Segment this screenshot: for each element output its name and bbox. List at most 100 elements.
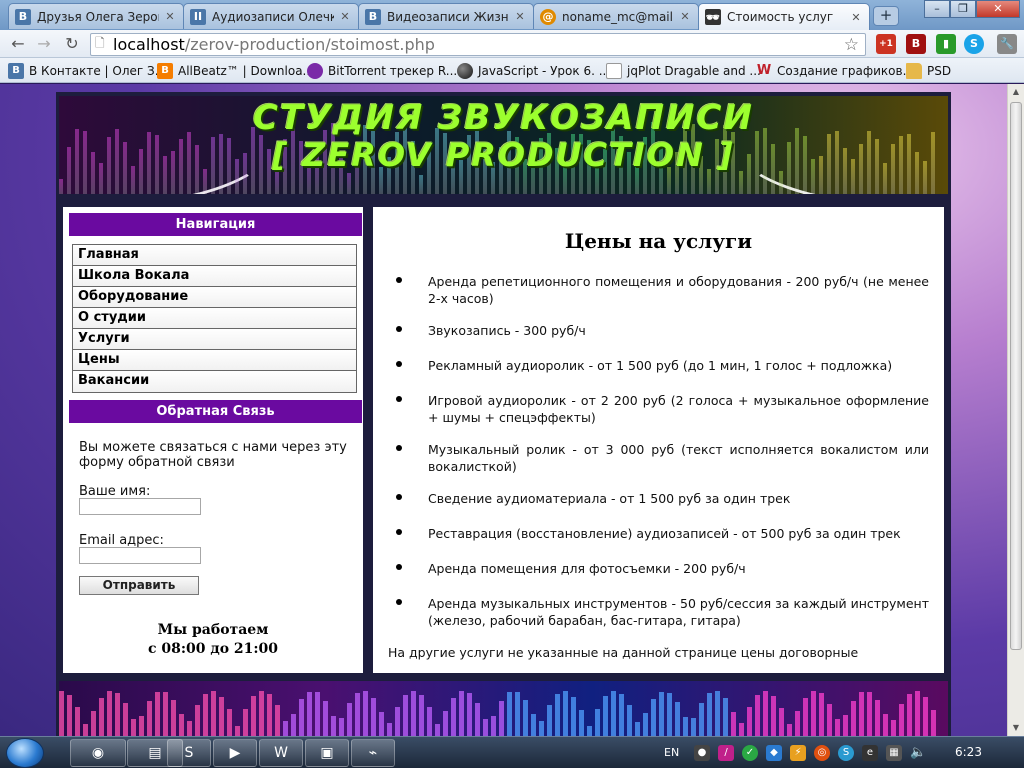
skype-taskbar-button[interactable]: S [167, 739, 211, 767]
footer-equalizer-bar [875, 700, 880, 736]
scroll-up-icon[interactable]: ▲ [1008, 84, 1024, 100]
address-bar[interactable]: 🗋 localhost/zerov-production/stoimost.ph… [90, 33, 866, 56]
bookmark-label: BitTorrent трекер R... [328, 63, 458, 78]
bullet-icon [396, 599, 402, 605]
system-clock[interactable]: 6:23 [955, 745, 982, 759]
feedback-heading: Обратная Связь [69, 400, 362, 423]
price-item: Звукозапись - 300 руб/ч [428, 323, 586, 338]
tab-0[interactable]: B Друзья Олега Зерова ✕ [8, 3, 184, 29]
name-input[interactable] [79, 498, 201, 515]
footer-equalizer-bar [331, 716, 336, 736]
language-indicator[interactable]: EN [664, 746, 679, 759]
start-button[interactable] [6, 738, 44, 768]
server-taskbar-button[interactable]: ▣ [305, 739, 349, 767]
footer-equalizer-bar [579, 709, 584, 736]
bookmarks-bar: B В Контакте | Олег З... B AllBeatz™ | D… [0, 58, 1024, 83]
feedback-intro: Вы можете связаться с нами через эту фор… [79, 440, 347, 470]
tab-3[interactable]: @ noname_mc@mail.ru: ✕ [533, 3, 699, 29]
bookmark-vk[interactable]: B В Контакте | Олег З... [8, 61, 166, 80]
incognito-tray-icon[interactable]: ● [694, 745, 710, 761]
lightning-tray-icon[interactable]: ⚡ [790, 745, 806, 761]
left-sidebar: Навигация Главная Школа Вокала Оборудова… [61, 205, 365, 675]
reload-icon[interactable]: ↻ [60, 34, 84, 54]
close-tab-icon[interactable]: ✕ [338, 10, 352, 23]
volume-icon[interactable]: 🔈 [910, 745, 926, 761]
email-input[interactable] [79, 547, 201, 564]
bullet-icon [396, 529, 402, 535]
nav-item-vocal-school[interactable]: Школа Вокала [73, 266, 356, 287]
close-tab-icon[interactable]: ✕ [163, 10, 177, 23]
footer-equalizer-bar [291, 713, 296, 736]
footer-equalizer-bar [139, 716, 144, 736]
media-player-taskbar-button[interactable]: ▶ [213, 739, 257, 767]
equalizer-bar [275, 170, 279, 194]
footer-equalizer-bar [523, 699, 528, 736]
tab-2[interactable]: B Видеозаписи Жизнь с ✕ [358, 3, 534, 29]
nav-item-services[interactable]: Услуги [73, 329, 356, 350]
price-item: Реставрация (восстановление) аудиозаписе… [428, 526, 901, 541]
footer-equalizer-bar [363, 691, 368, 736]
tab-title: noname_mc@mail.ru: [562, 9, 674, 24]
close-window-icon[interactable]: ✕ [976, 0, 1020, 18]
nav-item-prices[interactable]: Цены [73, 350, 356, 371]
bookmark-allbeatz[interactable]: B AllBeatz™ | Downloa... [157, 61, 314, 80]
footer-equalizer-bar [867, 691, 872, 736]
close-tab-icon[interactable]: ✕ [513, 10, 527, 23]
check-tray-icon[interactable]: ✓ [742, 745, 758, 761]
eset-tray-icon[interactable]: e [862, 745, 878, 761]
tab-1[interactable]: II Аудиозаписи Олечки ✕ [183, 3, 359, 29]
footer-equalizer-bar [611, 691, 616, 736]
bookmark-bittorrent[interactable]: BitTorrent трекер R... [307, 61, 457, 80]
close-tab-icon[interactable]: ✕ [849, 11, 863, 24]
footer-equalizer-bar [795, 710, 800, 736]
google-plus-icon[interactable]: +1 [876, 34, 896, 54]
network-tray-icon[interactable]: ▦ [886, 745, 902, 761]
skype-tray-icon[interactable]: S [838, 745, 854, 761]
submit-button[interactable]: Отправить [79, 576, 199, 595]
shield-tray-icon[interactable]: ◆ [766, 745, 782, 761]
minimize-icon[interactable]: – [924, 0, 950, 18]
page-viewport: СТУДИЯ ЗВУКОЗАПИСИ [ ZEROV PRODUCTION ] … [0, 84, 1007, 736]
skype-extension-icon[interactable]: S [964, 34, 984, 54]
forward-icon[interactable]: → [32, 34, 56, 54]
footer-equalizer-bar [691, 718, 696, 736]
bookmark-javascript[interactable]: JavaScript - Урок 6. ... [457, 61, 610, 80]
bookmark-label: В Контакте | Олег З... [29, 63, 167, 78]
word-taskbar-button[interactable]: W [259, 739, 303, 767]
bookmark-jqplot[interactable]: jqPlot Dragable and ... [606, 61, 761, 80]
nav-item-equipment[interactable]: Оборудование [73, 287, 356, 308]
vertical-scrollbar[interactable]: ▲ ▼ [1007, 84, 1024, 736]
price-item: Рекламный аудиоролик - от 1 500 руб (до … [428, 358, 893, 373]
bookmark-charts[interactable]: W Создание графиков... [756, 61, 914, 80]
footer-equalizer-bar [803, 697, 808, 736]
bullet-icon [396, 445, 402, 451]
chrome-taskbar-button[interactable]: ◉ [70, 739, 126, 767]
new-tab-button[interactable]: + [873, 6, 899, 26]
pen-tray-icon[interactable]: / [718, 745, 734, 761]
wrench-icon[interactable]: 🔧 [997, 34, 1017, 54]
nav-item-about[interactable]: О студии [73, 308, 356, 329]
bookmark-folder-psd[interactable]: PSD [906, 61, 951, 80]
footer-equalizer-bar [131, 718, 136, 736]
back-icon[interactable]: ← [6, 34, 30, 54]
equalizer-bar [347, 172, 351, 194]
page-title: Цены на услуги [564, 229, 753, 253]
nav-item-home[interactable]: Главная [73, 245, 356, 266]
footer-equalizer-bar [307, 691, 312, 736]
terminal-taskbar-button[interactable]: ⌁ [351, 739, 395, 767]
footer-equalizer-bar [459, 691, 464, 736]
hours-heading: Мы работаем [157, 622, 269, 638]
scroll-down-icon[interactable]: ▼ [1008, 720, 1024, 736]
nav-item-vacancies[interactable]: Вакансии [73, 371, 356, 392]
signal-extension-icon[interactable]: ▮ [936, 34, 956, 54]
tab-4-active[interactable]: 🕶 Стоимость услуг ✕ [698, 3, 870, 30]
scrollbar-thumb[interactable] [1010, 102, 1022, 650]
bookmark-star-icon[interactable]: ☆ [844, 35, 859, 55]
close-tab-icon[interactable]: ✕ [678, 10, 692, 23]
footer-equalizer-bar [59, 691, 64, 736]
bookmark-extension-icon[interactable]: B [906, 34, 926, 54]
footer-banner [59, 681, 948, 736]
footer-equalizer-bar [643, 713, 648, 736]
sync-tray-icon[interactable]: ◎ [814, 745, 830, 761]
restore-icon[interactable]: ❐ [950, 0, 976, 18]
